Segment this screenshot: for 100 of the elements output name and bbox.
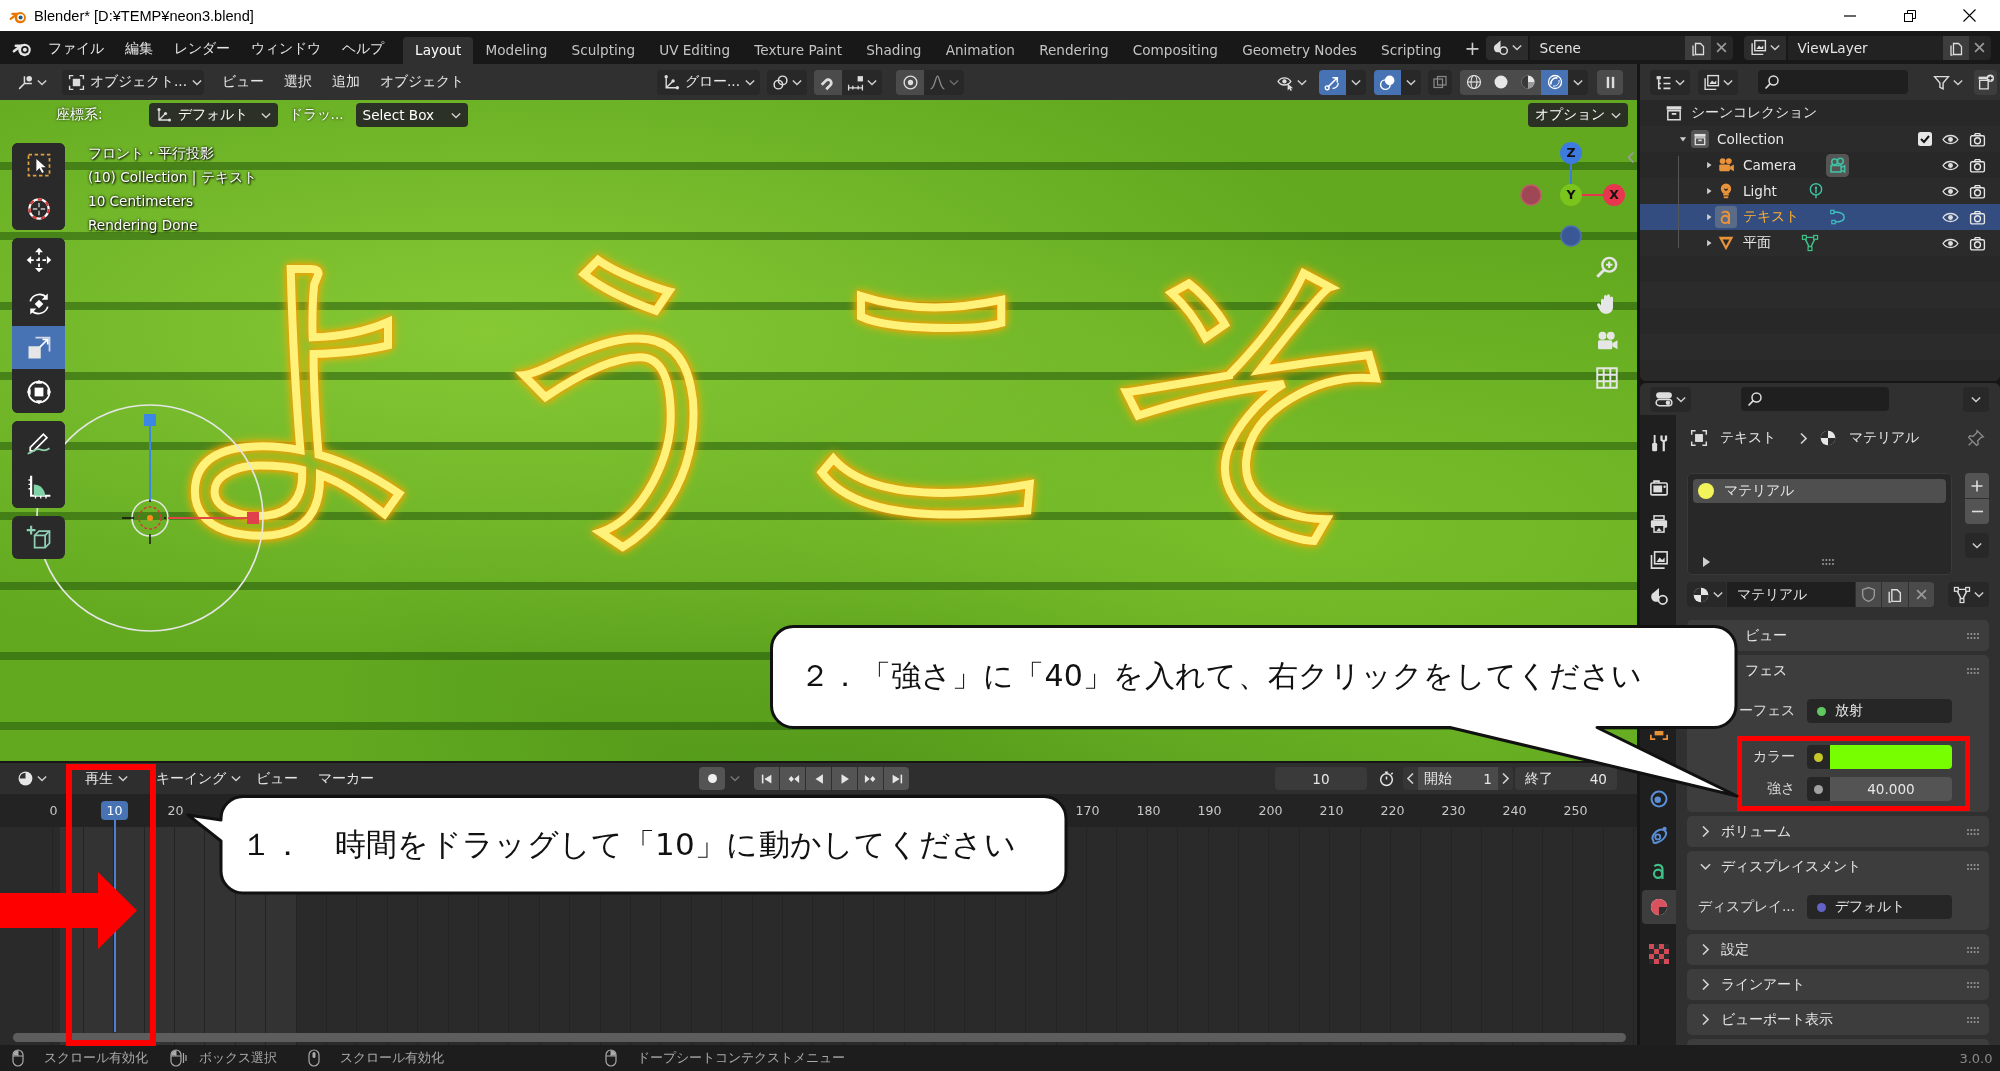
workspace-tab[interactable]: Scripting xyxy=(1368,37,1454,64)
expand-arrow-icon[interactable] xyxy=(1703,557,1710,567)
auto-keying-button[interactable] xyxy=(699,767,725,790)
grip-icon[interactable] xyxy=(1966,666,1980,675)
snap-target-button[interactable] xyxy=(842,69,882,95)
workspace-tab[interactable]: Geometry Nodes xyxy=(1230,37,1369,64)
material-tab[interactable] xyxy=(1642,890,1676,924)
socket-dot-icon[interactable] xyxy=(1817,706,1826,716)
material-shading-button[interactable] xyxy=(1514,69,1541,95)
editor-type-button[interactable] xyxy=(1650,69,1690,95)
transform-orientation-dropdown[interactable]: デフォルト xyxy=(148,103,278,127)
movie-camera-icon[interactable] xyxy=(1826,153,1850,177)
horizontal-scrollbar[interactable] xyxy=(13,1033,1626,1042)
vertex-triangle-icon[interactable] xyxy=(1801,234,1819,252)
grid-icon[interactable] xyxy=(1595,366,1619,390)
editor-type-button[interactable] xyxy=(1650,386,1691,412)
workspace-tab[interactable]: Shading xyxy=(854,37,934,64)
remove-scene-button[interactable] xyxy=(1710,35,1733,60)
box-icon[interactable] xyxy=(1691,130,1709,148)
axis-handle-icon[interactable] xyxy=(1560,225,1582,247)
orientation-dropdown[interactable]: グロー... xyxy=(657,69,760,95)
unlink-material-button[interactable] xyxy=(1908,582,1934,607)
next-keyframe-button[interactable] xyxy=(858,767,883,790)
menu-item[interactable]: ウィンドウ xyxy=(240,35,331,60)
shading-menu-button[interactable] xyxy=(1568,69,1588,95)
grip-icon[interactable] xyxy=(1966,980,1980,989)
menu-item[interactable]: オブジェクト xyxy=(370,73,474,91)
fake-user-button[interactable] xyxy=(1855,582,1882,607)
panel-header[interactable]: ビュー xyxy=(1745,620,1989,651)
movie-camera-icon[interactable] xyxy=(1717,156,1735,174)
view-layer-name-field[interactable]: ViewLayer xyxy=(1787,35,1943,60)
camera-icon[interactable] xyxy=(1969,182,1986,200)
end-frame-field[interactable]: 終了 40 xyxy=(1515,767,1617,790)
panel-header[interactable]: ディスプレイスメント xyxy=(1687,851,1989,882)
remove-view-layer-button[interactable] xyxy=(1968,35,1991,60)
menu-item[interactable]: 編集 xyxy=(114,35,163,60)
panel-header[interactable]: 設定 xyxy=(1687,934,1989,965)
duplicate-material-button[interactable] xyxy=(1882,582,1908,607)
outliner-row[interactable]: テキスト xyxy=(1640,204,2000,230)
wireframe-shading-button[interactable] xyxy=(1460,69,1487,95)
menu-item[interactable]: ヘルプ xyxy=(331,35,394,60)
expanded-arrow-icon[interactable] xyxy=(1678,134,1688,144)
socket-button[interactable] xyxy=(1807,777,1830,801)
camera-icon[interactable] xyxy=(1969,234,1986,252)
search-field[interactable] xyxy=(1758,70,1908,94)
socket-dot-icon[interactable] xyxy=(1814,752,1823,762)
axis-ball[interactable]: X xyxy=(1603,184,1625,206)
outliner-row[interactable]: Collection xyxy=(1640,126,2000,152)
add-workspace-button[interactable]: + xyxy=(1459,35,1486,60)
collapsed-arrow-icon[interactable] xyxy=(1704,186,1714,196)
drag-action-dropdown[interactable]: Select Box xyxy=(355,103,468,127)
slot-link-button[interactable] xyxy=(1948,582,1989,607)
socket-button[interactable] xyxy=(1807,745,1830,769)
outliner-row[interactable]: シーンコレクション xyxy=(1640,100,2000,126)
overlay-toggle-button[interactable] xyxy=(1374,69,1401,95)
snap-toggle-button[interactable] xyxy=(814,69,842,95)
play-reverse-button[interactable] xyxy=(806,767,831,790)
search-field[interactable] xyxy=(1741,387,1889,411)
playhead-frame-badge[interactable]: 10 xyxy=(101,801,128,820)
sidebar-toggle-icon[interactable] xyxy=(1628,152,1634,163)
grip-icon[interactable] xyxy=(1966,827,1980,836)
mode-dropdown[interactable]: オブジェクト... xyxy=(62,69,204,95)
workspace-tab[interactable]: Modeling xyxy=(473,37,560,64)
workspace-tab[interactable]: Compositing xyxy=(1120,37,1231,64)
socket-dot-icon[interactable] xyxy=(1814,784,1823,794)
material-slot[interactable]: マテリアル xyxy=(1693,479,1946,503)
axis-ball[interactable]: Z xyxy=(1560,142,1582,164)
grip-icon[interactable] xyxy=(1966,945,1980,954)
xray-toggle-button[interactable] xyxy=(1428,69,1452,95)
rendered-shading-button[interactable] xyxy=(1541,69,1568,95)
proportional-edit-button[interactable] xyxy=(896,69,924,95)
number-field[interactable]: 40.000 xyxy=(1830,777,1952,801)
pin-icon[interactable] xyxy=(1967,429,1985,447)
playback-menu[interactable]: 再生 xyxy=(80,767,133,790)
panel-header[interactable]: フェス xyxy=(1745,655,1989,686)
jump-to-start-button[interactable] xyxy=(754,767,779,790)
chevron-right-icon[interactable] xyxy=(1502,773,1509,784)
new-collection-button[interactable] xyxy=(1974,69,1997,95)
view-layer-browse-button[interactable] xyxy=(1743,35,1786,60)
collapsed-arrow-icon[interactable] xyxy=(1704,212,1714,222)
collapsed-arrow-icon[interactable] xyxy=(1704,160,1714,170)
chevron-left-icon[interactable] xyxy=(1407,773,1414,784)
menu-item[interactable]: ファイル xyxy=(37,35,114,60)
scale-tool[interactable] xyxy=(12,326,65,369)
menu-item[interactable]: 追加 xyxy=(322,73,370,91)
camera-icon[interactable] xyxy=(1969,208,1986,226)
jump-to-end-button[interactable] xyxy=(884,767,909,790)
overlay-menu-button[interactable] xyxy=(1401,69,1421,95)
menu-item[interactable]: レンダー xyxy=(163,35,240,60)
workspace-tab[interactable]: UV Editing xyxy=(647,37,743,64)
workspace-tab[interactable]: Sculpting xyxy=(559,37,648,64)
grip-icon[interactable] xyxy=(1966,862,1980,871)
panel-header[interactable]: ビューポート表示 xyxy=(1687,1004,1989,1035)
display-mode-button[interactable] xyxy=(1698,69,1738,95)
resize-grip-icon[interactable] xyxy=(1821,558,1835,566)
gizmo-menu-button[interactable] xyxy=(1346,69,1366,95)
scene-name-field[interactable]: Scene xyxy=(1529,35,1685,60)
new-view-layer-button[interactable] xyxy=(1942,35,1969,60)
menu-item[interactable]: 選択 xyxy=(274,73,322,91)
keying-menu[interactable]: キーイング xyxy=(151,767,246,790)
